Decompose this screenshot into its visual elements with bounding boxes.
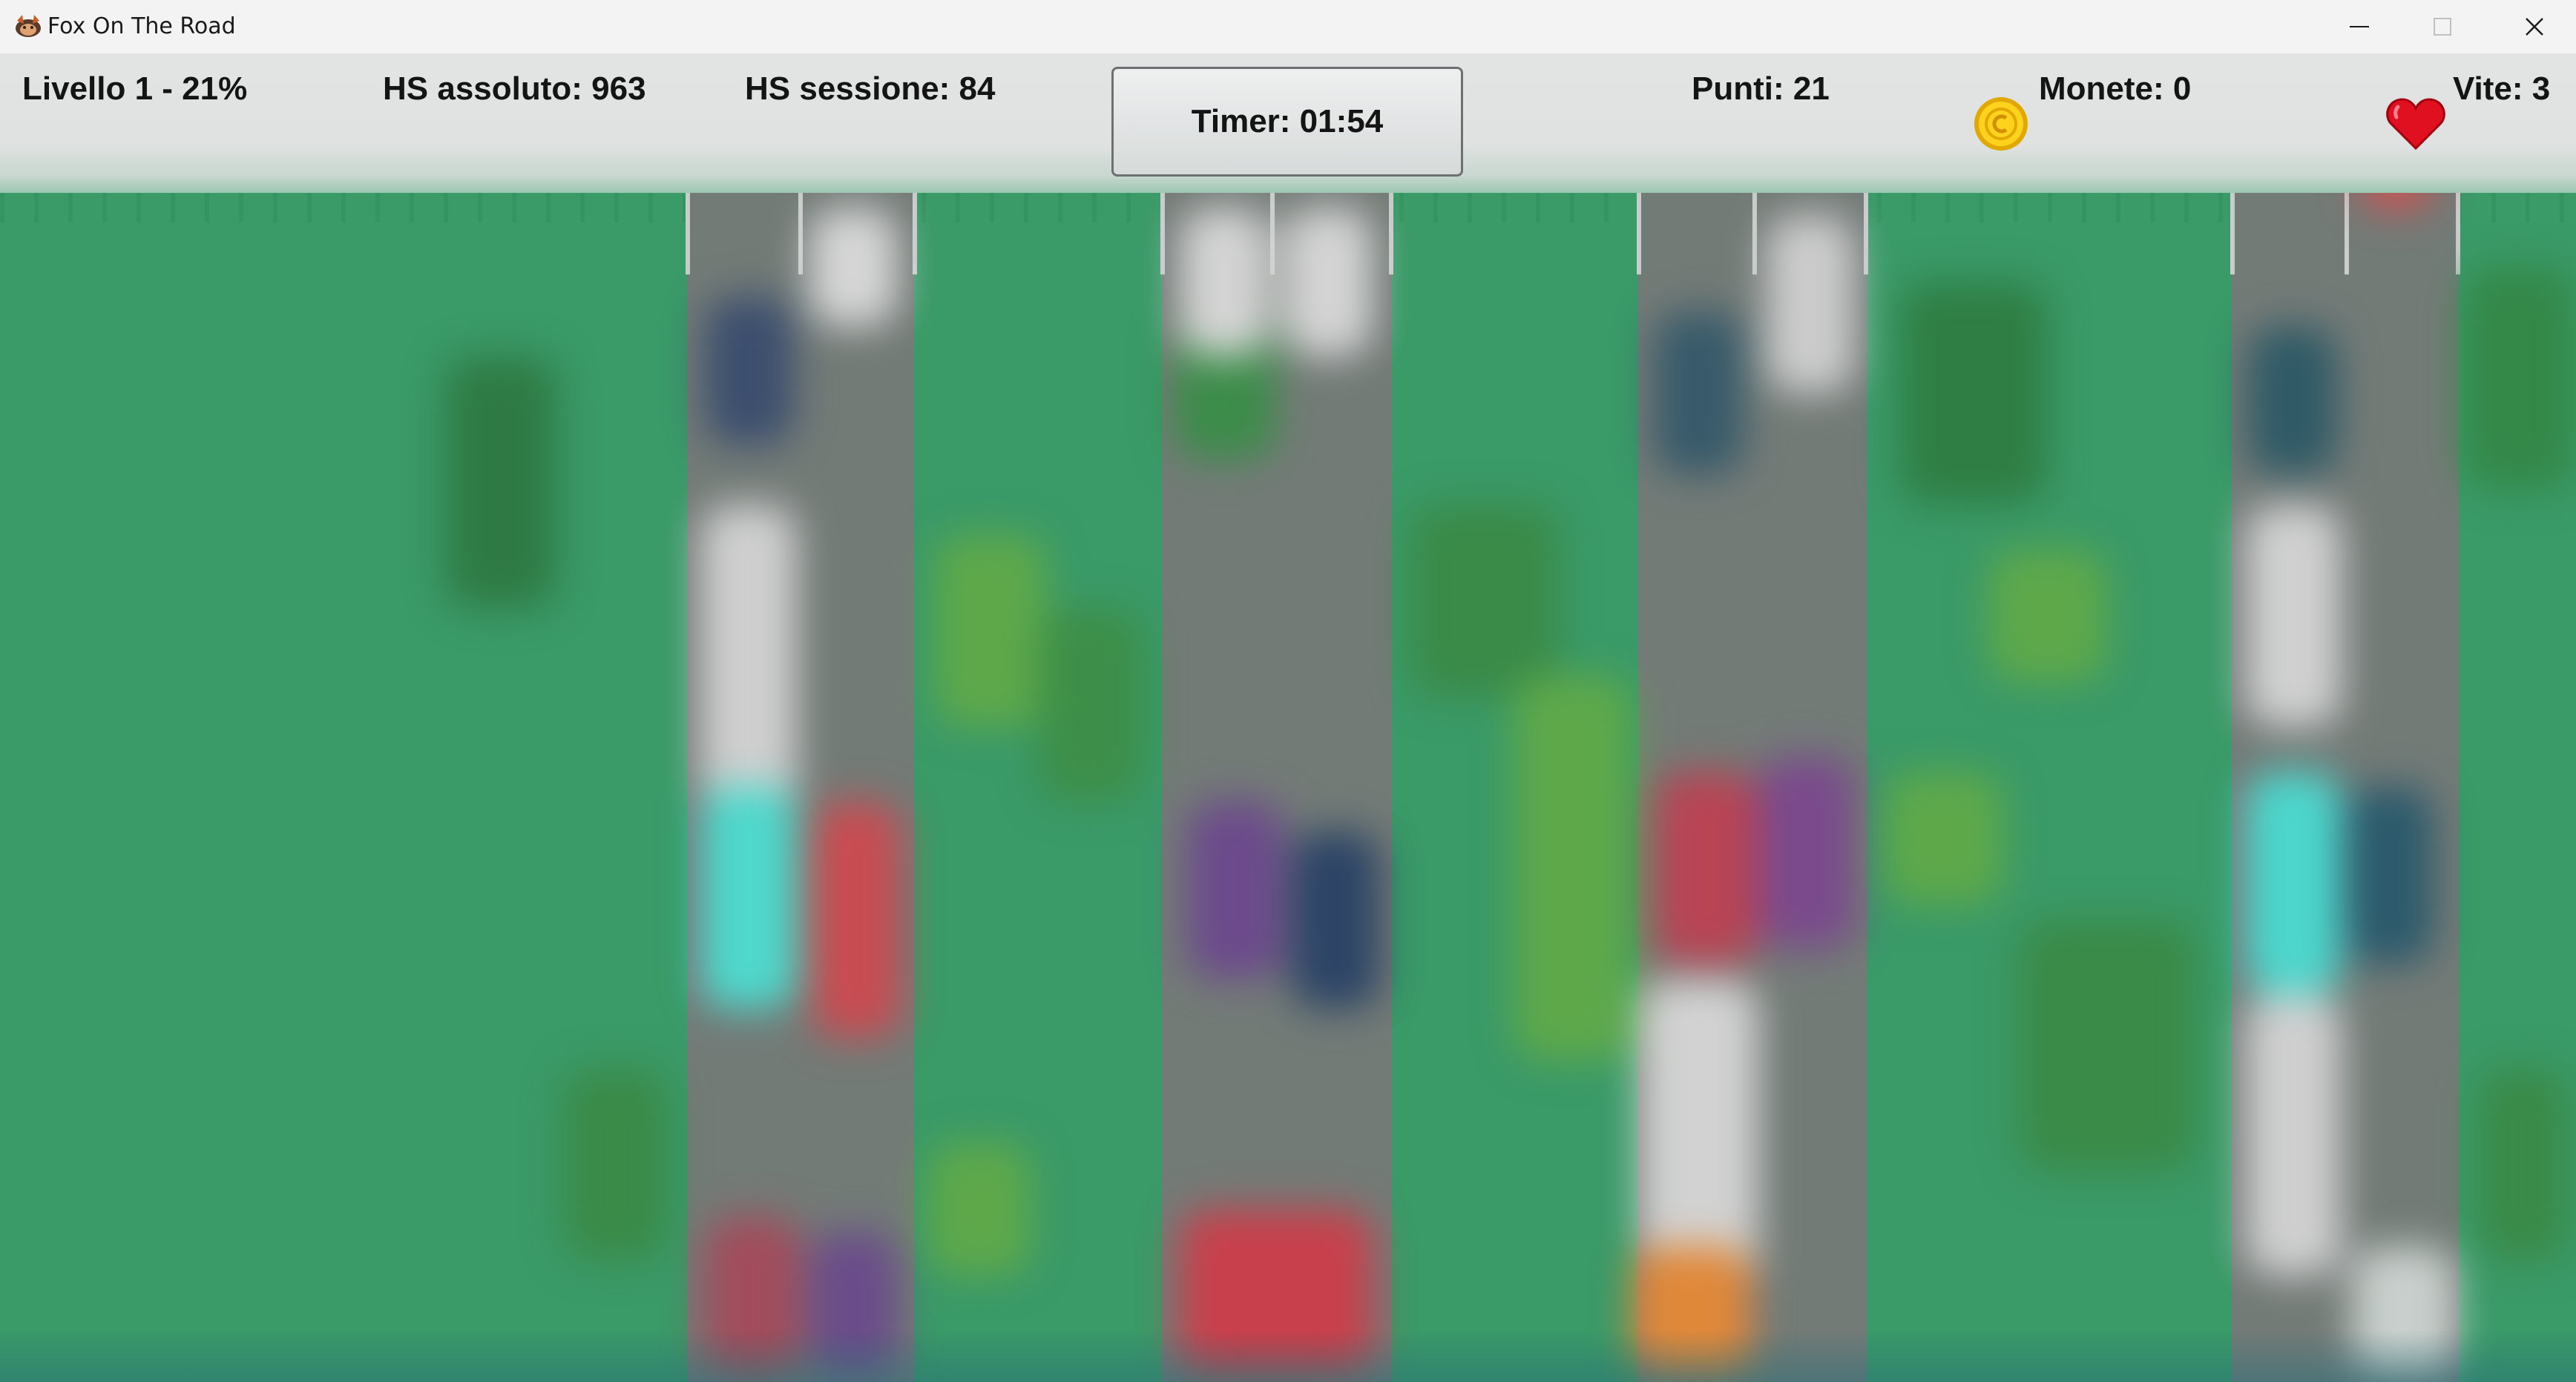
minimize-icon bbox=[2350, 26, 2369, 27]
vehicle bbox=[1655, 771, 1758, 964]
blurred-scene bbox=[0, 193, 2576, 1382]
vehicle bbox=[1766, 215, 1855, 393]
vehicle bbox=[700, 786, 797, 1009]
tree bbox=[1514, 675, 1632, 1061]
vehicle bbox=[2345, 786, 2434, 964]
close-button[interactable] bbox=[2493, 0, 2576, 53]
timer-box: Timer: 01:54 bbox=[1111, 67, 1463, 177]
window-title-bar: Fox On The Road bbox=[0, 0, 2576, 54]
field-bottom-shade bbox=[0, 1330, 2576, 1382]
tree bbox=[2018, 920, 2196, 1172]
tree bbox=[1899, 282, 2048, 504]
vehicle bbox=[1758, 757, 1855, 950]
tree bbox=[1410, 504, 1558, 697]
vehicle bbox=[1291, 831, 1380, 1009]
highscore-absolute: HS assoluto: 963 bbox=[383, 70, 646, 107]
tree bbox=[445, 356, 556, 608]
fox-icon bbox=[16, 15, 41, 37]
vehicle bbox=[809, 208, 898, 326]
tree bbox=[935, 534, 1046, 727]
vehicle bbox=[1187, 801, 1284, 979]
tree bbox=[564, 1068, 668, 1261]
tree bbox=[1988, 549, 2107, 682]
vehicle bbox=[1655, 312, 1744, 475]
vehicle bbox=[1640, 979, 1758, 1291]
vehicle bbox=[2248, 326, 2337, 475]
vehicle bbox=[2359, 193, 2434, 208]
coins-counter: Monete: 0 bbox=[2039, 70, 2192, 107]
close-icon bbox=[2526, 18, 2543, 36]
points-counter: Punti: 21 bbox=[1692, 70, 1830, 107]
vehicle bbox=[700, 504, 797, 816]
vehicle bbox=[1284, 208, 1373, 356]
maximize-icon bbox=[2434, 18, 2451, 36]
vehicle bbox=[705, 297, 794, 445]
vehicle bbox=[2245, 504, 2342, 727]
vehicle bbox=[2245, 771, 2342, 994]
tree bbox=[2478, 1068, 2567, 1261]
lives-counter: Vite: 3 bbox=[2453, 70, 2551, 107]
vehicle bbox=[812, 801, 901, 1039]
minimize-button[interactable] bbox=[2318, 0, 2401, 53]
game-field bbox=[0, 193, 2576, 1382]
maximize-button[interactable] bbox=[2401, 0, 2484, 53]
window-title: Fox On The Road bbox=[47, 13, 236, 39]
tree bbox=[927, 1142, 1031, 1276]
vehicle bbox=[2245, 994, 2342, 1276]
tree bbox=[1885, 771, 2003, 905]
tree bbox=[1039, 608, 1143, 801]
highscore-session: HS sessione: 84 bbox=[745, 70, 996, 107]
heart-icon bbox=[2386, 98, 2445, 150]
level-progress: Livello 1 - 21% bbox=[22, 70, 248, 107]
timer-label: Timer: 01:54 bbox=[1191, 103, 1384, 139]
tree bbox=[2463, 267, 2575, 490]
coin-icon bbox=[1974, 97, 2028, 151]
vehicle bbox=[1180, 208, 1269, 356]
